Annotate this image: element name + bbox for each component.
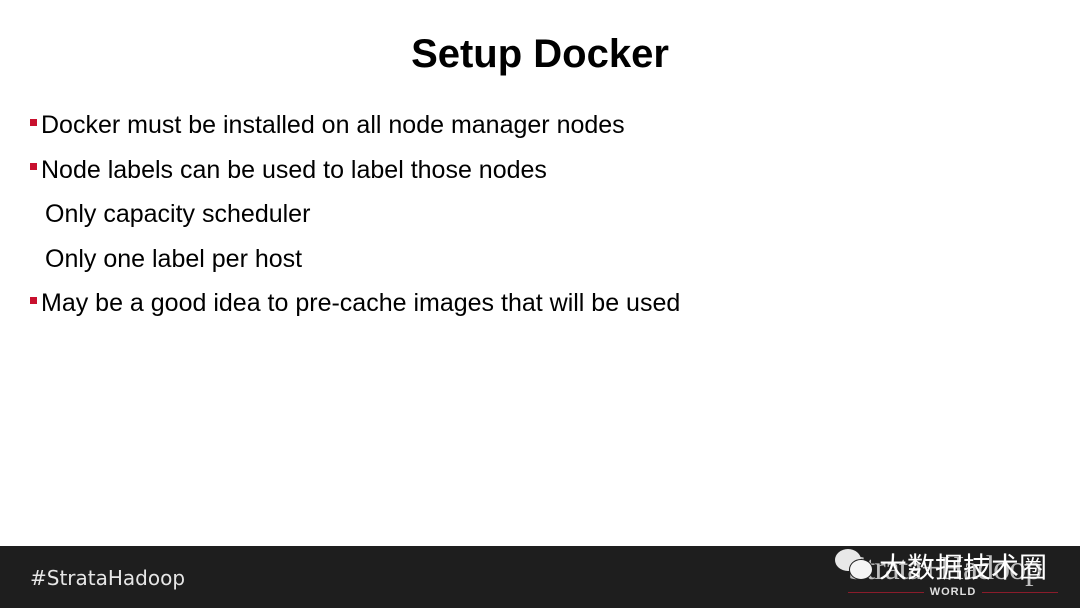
bullet-text: Docker must be installed on all node man… xyxy=(41,111,625,140)
footer-bar: #StrataHadoop Strata+Hadoop WORLD 大数据技术圈 xyxy=(0,546,1080,608)
logo-world: WORLD xyxy=(848,586,1059,598)
bullet-list: Docker must be installed on all node man… xyxy=(30,103,680,326)
watermark-text: 大数据技术圈 xyxy=(879,552,1048,583)
logo-rule-left xyxy=(848,591,924,593)
sub-bullet-text: Only capacity scheduler xyxy=(45,200,311,229)
slide-title: Setup Docker xyxy=(411,32,669,76)
bullet-marker-icon xyxy=(30,296,37,304)
sub-bullet-item: Only capacity scheduler xyxy=(30,192,680,237)
logo-rule-right xyxy=(982,591,1059,593)
watermark: 大数据技术圈 xyxy=(835,546,1047,586)
bullet-item: May be a good idea to pre-cache images t… xyxy=(30,281,680,326)
wechat-icon xyxy=(835,549,875,583)
sub-bullet-text: Only one label per host xyxy=(45,244,303,273)
bullet-item: Docker must be installed on all node man… xyxy=(30,103,680,148)
bullet-marker-icon xyxy=(30,163,37,171)
bullet-text: May be a good idea to pre-cache images t… xyxy=(41,289,681,318)
bullet-marker-icon xyxy=(30,118,37,126)
bullet-item: Node labels can be used to label those n… xyxy=(30,148,680,193)
logo-world-text: WORLD xyxy=(929,586,977,598)
hashtag-label: #StrataHadoop xyxy=(30,566,186,590)
bullet-text: Node labels can be used to label those n… xyxy=(41,155,547,184)
sub-bullet-item: Only one label per host xyxy=(30,237,680,282)
